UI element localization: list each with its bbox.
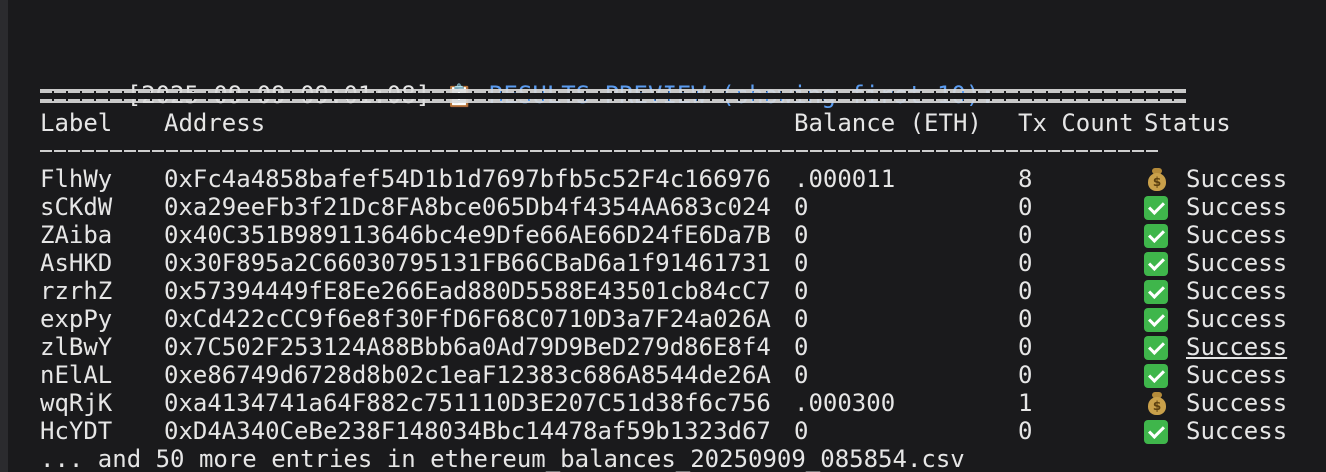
- row-tx-count: 8: [1018, 165, 1033, 193]
- row-address: 0xCd422cCC9f6e8f30FfD6F68C0710D3a7F24a02…: [164, 305, 771, 333]
- row-label: wqRjK: [40, 389, 113, 417]
- row-balance: 0: [794, 249, 809, 277]
- row-address: 0xe86749d6728d8b02c1eaF12383c686A8544de2…: [164, 361, 771, 389]
- row-balance: .000011: [794, 165, 896, 193]
- more-entries-footer: ... and 50 more entries in ethereum_bala…: [40, 445, 965, 472]
- row-label: FlhWy: [40, 165, 113, 193]
- row-label: AsHKD: [40, 249, 113, 277]
- money-bag-icon: $: [1144, 166, 1170, 192]
- row-address: 0x57394449fE8Ee266Ead880D5588E43501cb84c…: [164, 277, 771, 305]
- table-row: HcYDT 0xD4A340CeBe238F148034Bbc14478af59b…: [40, 417, 1326, 445]
- table-row: sCKdW 0xa29eeFb3f21Dc8FA8bce065Db4f4354AA…: [40, 193, 1326, 221]
- column-header-tx-count: Tx Count: [1018, 109, 1134, 137]
- row-balance: 0: [794, 417, 809, 445]
- row-tx-count: 0: [1018, 361, 1033, 389]
- row-address: 0x30F895a2C66030795131FB66CBaD6a1f914617…: [164, 249, 771, 277]
- column-header-balance: Balance (ETH): [794, 109, 982, 137]
- check-mark-icon: [1144, 306, 1170, 332]
- row-address: 0xa4134741a64F882c751110D3E207C51d38f6c7…: [164, 389, 771, 417]
- row-address: 0x7C502F253124A88Bbb6a0Ad79D9BeD279d86E8…: [164, 333, 771, 361]
- row-label: expPy: [40, 305, 113, 333]
- row-status: Success: [1186, 389, 1288, 417]
- row-tx-count: 0: [1018, 193, 1033, 221]
- row-balance: 0: [794, 221, 809, 249]
- row-label: rzrhZ: [40, 277, 113, 305]
- table-row: zlBwY 0x7C502F253124A88Bbb6a0Ad79D9BeD279…: [40, 333, 1326, 361]
- check-mark-icon: [1144, 194, 1170, 220]
- row-tx-count: 0: [1018, 221, 1033, 249]
- row-status: Success: [1186, 361, 1288, 389]
- row-tx-count: 0: [1018, 333, 1033, 361]
- row-tx-count: 0: [1018, 305, 1033, 333]
- row-label: zlBwY: [40, 333, 113, 361]
- row-status: Success: [1186, 305, 1288, 333]
- row-status: Success: [1186, 249, 1288, 277]
- check-mark-icon: [1144, 418, 1170, 444]
- row-status: Success: [1186, 417, 1288, 445]
- row-status: Success: [1186, 221, 1288, 249]
- check-mark-icon: [1144, 278, 1170, 304]
- row-tx-count: 1: [1018, 389, 1033, 417]
- table-row: wqRjK 0xa4134741a64F882c751110D3E207C51d3…: [40, 389, 1326, 417]
- row-status: Success: [1186, 165, 1288, 193]
- check-mark-icon: [1144, 222, 1170, 248]
- double-rule-separator: [40, 81, 1326, 109]
- check-mark-icon: [1144, 334, 1170, 360]
- row-label: ZAiba: [40, 221, 113, 249]
- row-balance: 0: [794, 361, 809, 389]
- row-tx-count: 0: [1018, 249, 1033, 277]
- table-header-row: Label Address Balance (ETH) Tx Count Sta…: [40, 109, 1326, 137]
- row-label: HcYDT: [40, 417, 113, 445]
- row-address: 0x40C351B989113646bc4e9Dfe66AE66D24fE6Da…: [164, 221, 771, 249]
- results-header-line: [2025-09-09 09:01:08] 📋 RESULTS PREVIEW …: [40, 53, 1326, 109]
- row-label: nElAL: [40, 361, 113, 389]
- row-tx-count: 0: [1018, 277, 1033, 305]
- row-address: 0xD4A340CeBe238F148034Bbc14478af59b1323d…: [164, 417, 771, 445]
- table-row: FlhWy 0xFc4a4858bafef54D1b1d7697bfb5c52F4…: [40, 165, 1326, 193]
- row-balance: 0: [794, 305, 809, 333]
- row-status: Success: [1186, 277, 1288, 305]
- terminal-left-border: [0, 0, 8, 472]
- check-mark-icon: [1144, 250, 1170, 276]
- terminal-output: [2025-09-09 09:01:08] 📋 RESULTS PREVIEW …: [40, 53, 1326, 472]
- table-row: ZAiba 0x40C351B989113646bc4e9Dfe66AE66D24…: [40, 221, 1326, 249]
- row-tx-count: 0: [1018, 417, 1033, 445]
- row-balance: .000300: [794, 389, 896, 417]
- table-row: expPy 0xCd422cCC9f6e8f30FfD6F68C0710D3a7F…: [40, 305, 1326, 333]
- single-rule-separator: [40, 137, 1326, 165]
- terminal-window: [2025-09-09 09:01:08] 📋 RESULTS PREVIEW …: [0, 0, 1326, 472]
- row-address: 0xa29eeFb3f21Dc8FA8bce065Db4f4354AA683c0…: [164, 193, 771, 221]
- row-status: Success: [1186, 193, 1288, 221]
- row-label: sCKdW: [40, 193, 113, 221]
- table-row: rzrhZ 0x57394449fE8Ee266Ead880D5588E43501…: [40, 277, 1326, 305]
- row-balance: 0: [794, 193, 809, 221]
- column-header-label: Label: [40, 109, 113, 137]
- row-balance: 0: [794, 277, 809, 305]
- results-table-body: FlhWy 0xFc4a4858bafef54D1b1d7697bfb5c52F4…: [40, 165, 1326, 445]
- table-row: AsHKD 0x30F895a2C66030795131FB66CBaD6a1f9…: [40, 249, 1326, 277]
- row-address: 0xFc4a4858bafef54D1b1d7697bfb5c52F4c1669…: [164, 165, 771, 193]
- row-balance: 0: [794, 333, 809, 361]
- row-status: Success: [1186, 333, 1288, 361]
- column-header-status: Status: [1144, 109, 1231, 137]
- table-row: nElAL 0xe86749d6728d8b02c1eaF12383c686A85…: [40, 361, 1326, 389]
- money-bag-icon: $: [1144, 390, 1170, 416]
- check-mark-icon: [1144, 362, 1170, 388]
- column-header-address: Address: [164, 109, 266, 137]
